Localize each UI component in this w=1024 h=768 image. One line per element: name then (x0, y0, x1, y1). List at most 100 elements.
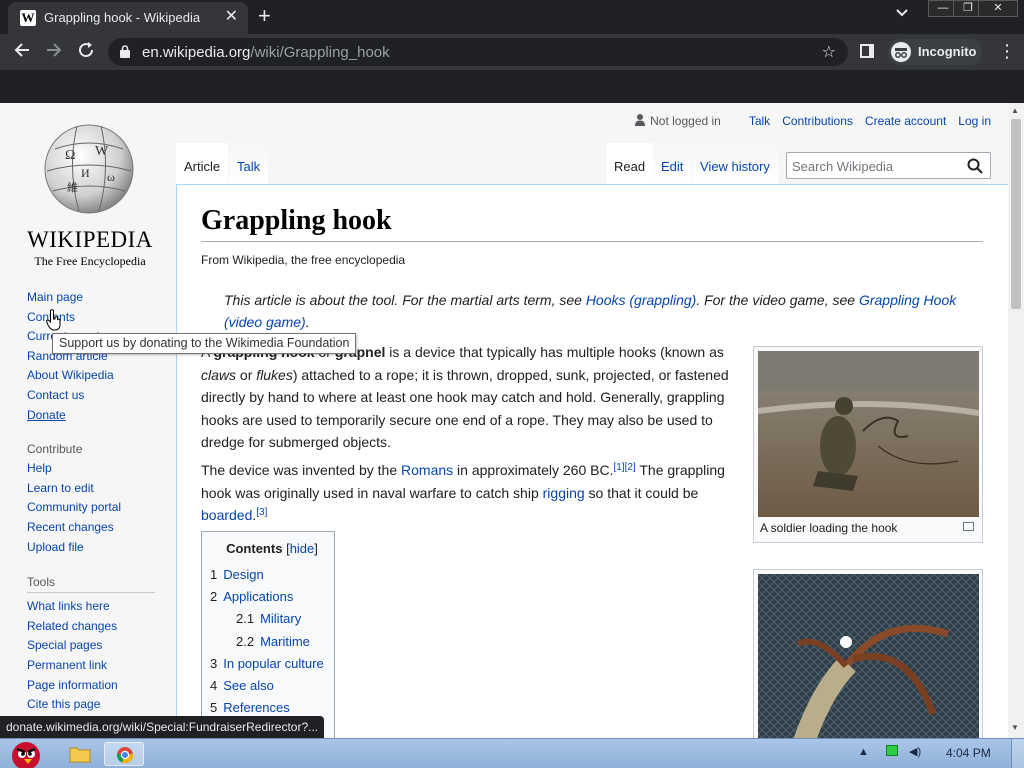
personal-contributions-link[interactable]: Contributions (782, 114, 853, 128)
figure-grapnel (753, 569, 983, 738)
tab-view-history[interactable]: View history (692, 143, 778, 184)
close-icon[interactable]: ✕ (225, 8, 238, 26)
ref-3[interactable]: [3] (256, 507, 267, 518)
sidebar-item-cite-this-page[interactable]: Cite this page (27, 695, 167, 715)
toc-item-design[interactable]: 1 Design (210, 564, 334, 586)
toc-item-popular-culture[interactable]: 3 In popular culture (210, 653, 334, 675)
volume-icon[interactable]: ◀) (909, 746, 921, 758)
plus-icon[interactable]: + (258, 3, 271, 29)
window-close-button[interactable]: ✕ (978, 0, 1018, 17)
svg-text:ω: ω (107, 170, 115, 184)
sidebar-item-about[interactable]: About Wikipedia (27, 366, 167, 386)
lead-paragraph: A grappling hook or grapnel is a device … (201, 344, 729, 450)
donate-tooltip: Support us by donating to the Wikimedia … (52, 333, 357, 354)
tab-article[interactable]: Article (176, 143, 229, 184)
sidebar-item-learn-to-edit[interactable]: Learn to edit (27, 479, 167, 499)
sidebar-item-donate[interactable]: Donate (27, 406, 167, 426)
sidebar-item-main-page[interactable]: Main page (27, 288, 167, 308)
url-text: en.wikipedia.org/wiki/Grappling_hook (142, 44, 390, 61)
tab-title: Grappling hook - Wikipedia (44, 10, 201, 25)
show-desktop-button[interactable] (1011, 739, 1024, 768)
lock-icon[interactable] (120, 45, 130, 58)
tab-read[interactable]: Read (606, 143, 654, 184)
tab-strip: W Grappling hook - Wikipedia ✕ + — ❐ ✕ (0, 0, 1024, 34)
vertical-scrollbar[interactable]: ▲ ▼ (1008, 103, 1024, 738)
incognito-badge[interactable]: Incognito (888, 39, 982, 65)
angry-bird-icon[interactable] (2, 738, 50, 768)
wikipedia-favicon-icon: W (20, 10, 36, 26)
sidebar-item-page-information[interactable]: Page information (27, 676, 167, 696)
link-romans[interactable]: Romans (401, 462, 453, 478)
browser-toolbar: en.wikipedia.org/wiki/Grappling_hook ☆ I… (0, 34, 1024, 70)
toc-title: Contents [hide] (226, 541, 318, 556)
chevron-down-icon[interactable] (896, 6, 908, 20)
figure-caption: A soldier loading the hook (760, 521, 898, 535)
search-input[interactable] (792, 157, 962, 175)
svg-text:W: W (95, 144, 109, 159)
tab-edit[interactable]: Edit (653, 143, 692, 184)
link-rigging[interactable]: rigging (543, 485, 585, 501)
article-content: Grappling hook From Wikipedia, the free … (176, 184, 1008, 738)
chrome-icon (116, 747, 134, 764)
scrollbar-thumb[interactable] (1011, 119, 1021, 309)
toc-item-applications[interactable]: 2 Applications (210, 586, 334, 608)
create-account-link[interactable]: Create account (865, 114, 946, 128)
system-tray: ▲ ◀) (858, 745, 921, 758)
status-url: donate.wikimedia.org/wiki/Special:Fundra… (0, 716, 325, 738)
browser-chrome: W Grappling hook - Wikipedia ✕ + — ❐ ✕ e… (0, 0, 1024, 103)
cursor-hand-icon (45, 309, 61, 331)
wikipedia-page: Ω W И ω 維 WIKIPEDIA The Free Encyclopedi… (0, 103, 1008, 738)
page-title: Grappling hook (201, 205, 983, 242)
ref-1[interactable]: [1] (613, 462, 624, 473)
sidebar-item-related-changes[interactable]: Related changes (27, 617, 167, 637)
search-icon[interactable] (967, 158, 983, 174)
sidebar-item-help[interactable]: Help (27, 459, 167, 479)
soldier-photo[interactable] (758, 351, 979, 517)
ref-2[interactable]: [2] (625, 462, 636, 473)
svg-text:Ω: Ω (65, 148, 75, 163)
sidebar-item-upload-file[interactable]: Upload file (27, 538, 167, 558)
forward-arrow-icon[interactable] (45, 41, 63, 64)
scroll-down-arrow[interactable]: ▼ (1011, 723, 1019, 732)
sidebar-item-what-links-here[interactable]: What links here (27, 597, 167, 617)
toc-item-maritime[interactable]: 2.2 Maritime (210, 631, 334, 653)
reload-icon[interactable] (77, 41, 95, 64)
hatnote: This article is about the tool. For the … (224, 292, 957, 330)
wikipedia-globe-icon: Ω W И ω 維 (44, 124, 134, 214)
hatnote-link-hooks[interactable]: Hooks (grappling) (586, 292, 697, 308)
taskbar-clock[interactable]: 4:04 PM (946, 746, 991, 760)
address-bar[interactable]: en.wikipedia.org/wiki/Grappling_hook ☆ (108, 38, 848, 66)
folder-icon[interactable] (66, 742, 94, 766)
back-arrow-icon[interactable] (13, 41, 31, 64)
magnify-icon[interactable] (963, 522, 974, 531)
star-icon[interactable]: ☆ (822, 42, 836, 62)
chrome-taskbar-button[interactable] (104, 742, 144, 766)
log-in-link[interactable]: Log in (958, 114, 991, 128)
incognito-icon (891, 42, 911, 62)
search-box (786, 152, 991, 179)
sidebar-item-permanent-link[interactable]: Permanent link (27, 656, 167, 676)
sidebar-item-recent-changes[interactable]: Recent changes (27, 518, 167, 538)
taskbar: ▲ ◀) 4:04 PM (0, 738, 1024, 768)
wikipedia-logo[interactable]: Ω W И ω 維 WIKIPEDIA The Free Encyclopedi… (20, 117, 160, 268)
sidebar-item-community-portal[interactable]: Community portal (27, 498, 167, 518)
toc-hide-link[interactable]: hide (290, 541, 315, 556)
tab-talk[interactable]: Talk (229, 143, 269, 184)
kebab-menu-icon[interactable]: ⋮ (998, 41, 1016, 61)
link-boarded[interactable]: boarded (201, 507, 252, 523)
personal-tools: Not logged in Talk Contributions Create acc… (635, 114, 991, 128)
side-panel-icon[interactable] (860, 44, 874, 58)
logo-tagline: The Free Encyclopedia (34, 254, 146, 268)
sidebar-item-contact[interactable]: Contact us (27, 386, 167, 406)
personal-talk-link[interactable]: Talk (749, 114, 770, 128)
grapnel-photo[interactable] (758, 574, 979, 738)
toc-item-military[interactable]: 2.1 Military (210, 608, 334, 630)
browser-tab[interactable]: W Grappling hook - Wikipedia ✕ (8, 2, 248, 34)
tray-arrow-icon[interactable]: ▲ (858, 746, 869, 758)
toc-item-see-also[interactable]: 4 See also (210, 675, 334, 697)
network-icon[interactable] (885, 745, 898, 756)
scroll-up-arrow[interactable]: ▲ (1011, 106, 1019, 115)
sidebar-item-special-pages[interactable]: Special pages (27, 636, 167, 656)
